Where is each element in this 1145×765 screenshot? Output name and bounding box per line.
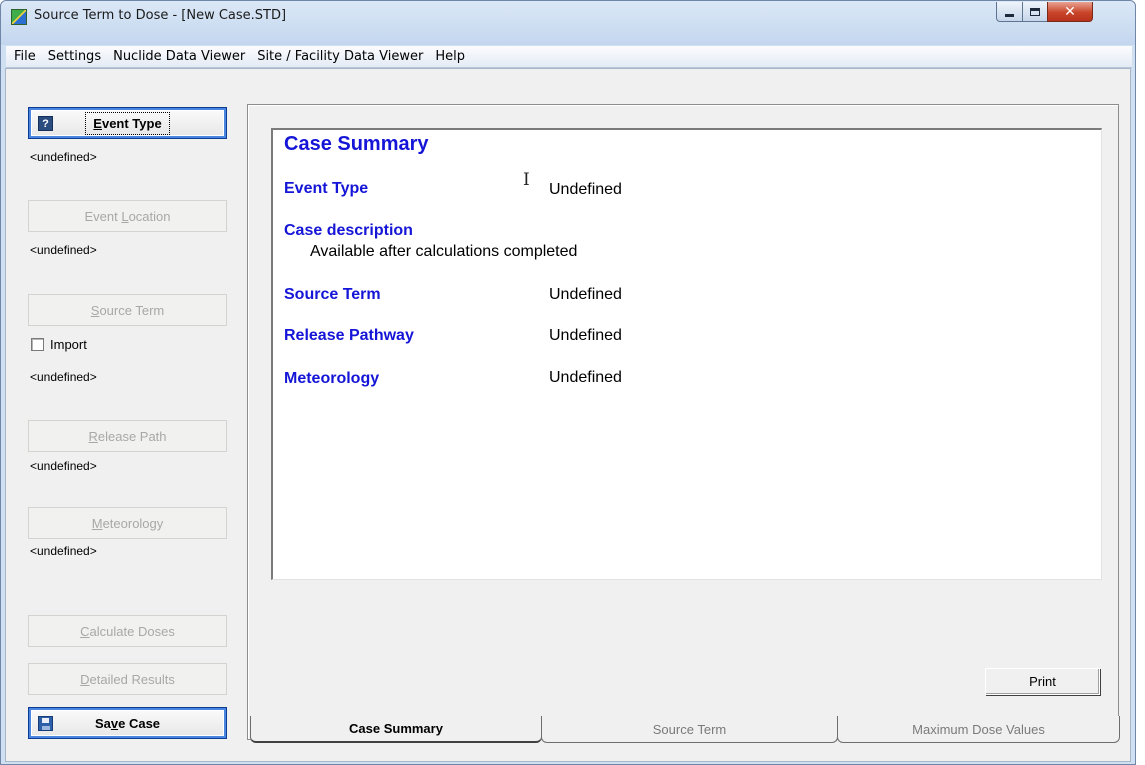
menu-help[interactable]: Help xyxy=(429,46,471,68)
import-label: Import xyxy=(50,337,87,352)
maximize-button[interactable] xyxy=(1022,2,1048,22)
calculate-doses-button[interactable]: Calculate Doses xyxy=(28,615,227,647)
event-type-button[interactable]: ? Event Type xyxy=(28,107,227,139)
tab-case-summary[interactable]: Case Summary xyxy=(250,716,542,743)
source-term-summary-value: Undefined xyxy=(549,286,622,303)
meteorology-button[interactable]: Meteorology xyxy=(28,507,227,539)
event-type-summary-value: Undefined xyxy=(549,181,622,198)
event-location-value: <undefined> xyxy=(30,243,97,257)
case-description-label: Case description xyxy=(284,222,413,239)
source-term-value: <undefined> xyxy=(30,370,97,384)
meteorology-button-label: Meteorology xyxy=(91,515,164,531)
event-location-button[interactable]: Event Location xyxy=(28,200,227,232)
import-checkbox[interactable] xyxy=(31,338,44,351)
release-path-value: <undefined> xyxy=(30,459,97,473)
help-icon: ? xyxy=(38,116,53,131)
detailed-results-button[interactable]: Detailed Results xyxy=(28,663,227,695)
save-case-button[interactable]: Save Case xyxy=(28,707,227,739)
floppy-disk-icon xyxy=(38,716,53,731)
event-location-button-label: Event Location xyxy=(84,208,171,224)
print-button[interactable]: Print xyxy=(985,668,1100,695)
event-type-button-label: Event Type xyxy=(85,111,170,135)
case-description-value: Available after calculations completed xyxy=(310,243,578,260)
release-pathway-summary-value: Undefined xyxy=(549,327,622,344)
save-case-button-label: Save Case xyxy=(94,715,161,731)
case-summary-title: Case Summary xyxy=(284,133,429,155)
tab-source-term[interactable]: Source Term xyxy=(541,716,838,743)
window-title: Source Term to Dose - [New Case.STD] xyxy=(34,8,287,23)
meteorology-label: Meteorology xyxy=(284,370,380,387)
close-button[interactable]: ✕ xyxy=(1047,2,1093,22)
release-path-button-label: Release Path xyxy=(88,428,167,444)
detailed-results-button-label: Detailed Results xyxy=(80,671,175,687)
menu-site-facility-data-viewer[interactable]: Site / Facility Data Viewer xyxy=(251,46,429,68)
release-path-button[interactable]: Release Path xyxy=(28,420,227,452)
meteorology-value: <undefined> xyxy=(30,544,97,558)
minimize-icon xyxy=(1005,13,1014,17)
minimize-button[interactable] xyxy=(996,2,1023,22)
source-term-label: Source Term xyxy=(284,286,381,303)
title-bar: Source Term to Dose - [New Case.STD] ✕ xyxy=(1,1,1135,45)
app-icon xyxy=(11,9,27,25)
menu-bar: File Settings Nuclide Data Viewer Site /… xyxy=(6,46,1132,68)
maximize-icon xyxy=(1030,7,1040,16)
source-term-button[interactable]: Source Term xyxy=(28,294,227,326)
meteorology-summary-value: Undefined xyxy=(549,369,622,386)
menu-file[interactable]: File xyxy=(8,46,42,68)
release-pathway-label: Release Pathway xyxy=(284,327,414,344)
close-icon: ✕ xyxy=(1064,3,1076,20)
event-type-value: <undefined> xyxy=(30,150,97,164)
import-checkbox-row[interactable]: Import xyxy=(31,337,87,352)
menu-settings[interactable]: Settings xyxy=(42,46,107,68)
source-term-button-label: Source Term xyxy=(90,302,165,318)
text-cursor-icon: I xyxy=(523,170,530,190)
tab-maximum-dose-values[interactable]: Maximum Dose Values xyxy=(837,716,1120,743)
calculate-doses-button-label: Calculate Doses xyxy=(80,623,175,639)
case-summary-box xyxy=(271,128,1102,580)
event-type-label: Event Type xyxy=(284,180,369,197)
menu-nuclide-data-viewer[interactable]: Nuclide Data Viewer xyxy=(107,46,251,68)
